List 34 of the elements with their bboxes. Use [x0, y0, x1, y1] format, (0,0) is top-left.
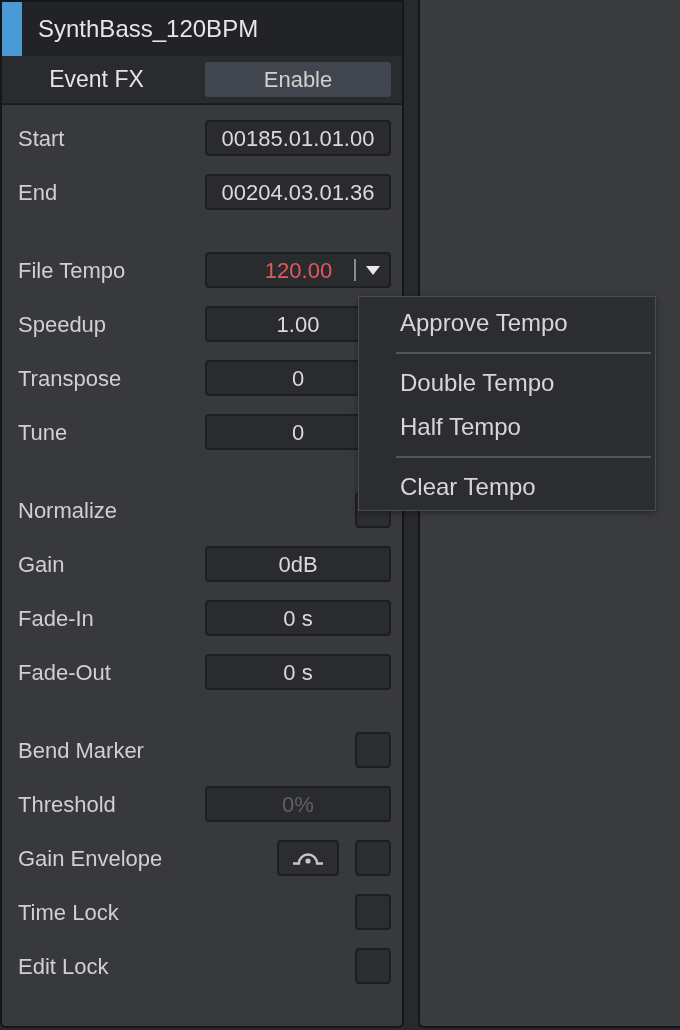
value-field[interactable]: 00204.03.01.36 [205, 174, 391, 210]
arc-dot-icon [293, 851, 323, 865]
event-fx-label: Event FX [48, 65, 145, 95]
value-field[interactable]: 00185.01.01.00 [205, 120, 391, 156]
property-label: File Tempo [18, 256, 127, 285]
property-label: Gain Envelope [18, 844, 164, 873]
caret-icon [366, 265, 380, 275]
property-label: Transpose [18, 364, 123, 393]
envelope-button[interactable] [277, 840, 339, 876]
property-label: Tune [18, 418, 69, 447]
event-title: SynthBass_120BPM [38, 14, 259, 44]
property-label: End [18, 178, 59, 207]
property-label: Speedup [18, 310, 108, 339]
value-field[interactable]: 0 s [205, 600, 391, 636]
property-label: Gain [18, 550, 66, 579]
event-stripe-icon [2, 2, 22, 56]
property-label: Fade-In [18, 604, 95, 633]
property-label: Bend Marker [18, 736, 145, 765]
checkbox[interactable] [355, 732, 391, 768]
checkbox[interactable] [355, 948, 391, 984]
property-label: Normalize [18, 496, 119, 525]
value-field[interactable]: 0dB [205, 546, 391, 582]
property-label: Threshold [18, 790, 117, 819]
enable-button[interactable]: Enable [205, 62, 391, 97]
value-field[interactable]: 0 s [205, 654, 391, 690]
checkbox[interactable] [355, 840, 391, 876]
tempo-value: 120.00 [263, 256, 334, 285]
tempo-dropdown[interactable]: 120.00 [205, 252, 391, 288]
property-label: Time Lock [18, 898, 120, 927]
property-label: Edit Lock [18, 952, 110, 981]
menu-item[interactable]: Clear Tempo [359, 465, 655, 509]
checkbox[interactable] [355, 894, 391, 930]
property-label: Start [18, 124, 66, 153]
property-label: Fade-Out [18, 658, 112, 687]
